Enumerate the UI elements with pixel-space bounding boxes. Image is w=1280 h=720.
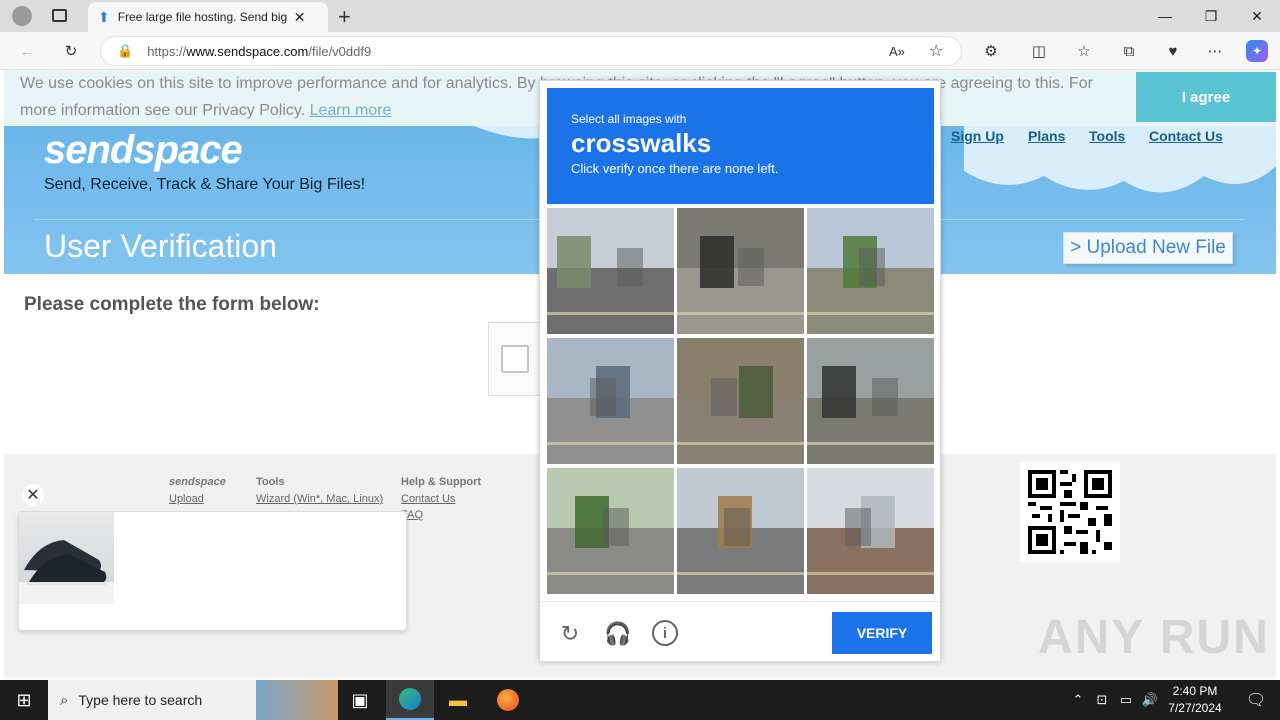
close-window-button[interactable]: ✕ [1234, 0, 1280, 32]
anyrun-watermark: ANY RUN [1038, 611, 1270, 664]
audio-headphones-icon[interactable]: 🎧 [604, 620, 632, 648]
file-explorer-icon[interactable]: ▬ [434, 680, 482, 720]
footer-link-faq[interactable]: FAQ [401, 507, 481, 523]
close-tab-icon[interactable]: ✕ [294, 9, 306, 26]
search-highlight-image [256, 680, 338, 720]
clock-time: 2:40 PM [1172, 684, 1218, 698]
page-title: User Verification [44, 228, 277, 264]
captcha-checkbox[interactable] [501, 345, 529, 373]
new-tab-button[interactable]: + [338, 4, 351, 30]
notifications-icon[interactable]: 🗨 [1232, 680, 1280, 720]
url-prefix: https:// [147, 43, 187, 59]
refresh-icon[interactable]: ↻ [60, 40, 82, 62]
tile-traffic-light[interactable] [547, 468, 674, 594]
read-aloud-icon[interactable]: A» [889, 44, 905, 59]
windows-taskbar: ⊞ ⌕ Type here to search ▣ ▬ ⌃ ⊡ ▭ 🔊 2:40… [0, 680, 1280, 720]
ad-shoes-image[interactable] [19, 512, 114, 604]
captcha-footer: ↻ 🎧 i VERIFY [540, 601, 940, 663]
search-placeholder: Type here to search [78, 692, 203, 708]
sendspace-favicon-icon: ⬆ [98, 8, 110, 25]
tile-highway[interactable] [547, 338, 674, 464]
tile-street-traffic[interactable] [547, 208, 674, 334]
learn-more-link[interactable]: Learn more [310, 102, 392, 119]
tile-bicycle[interactable] [807, 338, 934, 464]
tile-cyclist[interactable] [677, 338, 804, 464]
taskbar-search[interactable]: ⌕ Type here to search [48, 680, 338, 720]
footer-col-sendspace: sendspace Upload [169, 476, 226, 507]
url-path: /file/v0ddf9 [308, 43, 372, 59]
nav-plans[interactable]: Plans [1028, 128, 1065, 144]
tile-tunnel[interactable] [807, 208, 934, 334]
minimize-button[interactable]: — [1142, 0, 1188, 32]
reload-icon[interactable]: ↻ [556, 620, 584, 648]
verify-button[interactable]: VERIFY [832, 612, 932, 654]
tagline: Send, Receive, Track & Share Your Big Fi… [44, 176, 366, 193]
lock-icon: 🔒 [117, 43, 134, 58]
ad-close-button[interactable]: ✕ [22, 484, 44, 506]
collections-icon[interactable]: ⧉ [1118, 40, 1140, 62]
url-domain: www.sendspace.com [186, 43, 309, 59]
form-heading: Please complete the form below: [24, 294, 320, 315]
footer-col-title: Tools [256, 476, 285, 488]
tile-shop-street[interactable] [677, 468, 804, 594]
tab-sendspace[interactable]: ⬆ Free large file hosting. Send big f ✕ [88, 2, 328, 32]
footer-link-contact[interactable]: Contact Us [401, 491, 481, 507]
captcha-note: Click verify once there are none left. [571, 161, 779, 176]
ad-popup[interactable] [18, 511, 407, 631]
copilot-icon[interactable]: ✦ [1246, 40, 1268, 62]
browser-tabstrip: ⬆ Free large file hosting. Send big f ✕ … [0, 0, 1280, 32]
favorite-star-icon[interactable]: ☆ [929, 41, 943, 61]
tab-title: Free large file hosting. Send big f [117, 10, 288, 24]
tray-network-icon[interactable]: ▭ [1114, 680, 1138, 720]
nav-contact-us[interactable]: Contact Us [1149, 128, 1223, 144]
profile-icon[interactable] [12, 6, 32, 26]
footer-link-wizard[interactable]: Wizard (Win*, Mac, Linux) [256, 491, 383, 507]
browser-toolbar: ← ↻ 🔒 https:// www.sendspace.com /file/v… [0, 32, 1280, 70]
back-icon[interactable]: ← [16, 40, 38, 62]
tile-motorcycle[interactable] [677, 208, 804, 334]
footer-col-title: Help & Support [401, 476, 482, 488]
address-bar[interactable]: 🔒 https:// www.sendspace.com /file/v0ddf… [100, 36, 962, 66]
upload-new-file-button[interactable]: > Upload New File [1063, 232, 1233, 264]
captcha-header: Select all images with crosswalks Click … [547, 88, 934, 204]
nav-tools[interactable]: Tools [1089, 128, 1125, 144]
footer-col-title: sendspace [169, 476, 226, 488]
tray-volume-icon[interactable]: 🔊 [1138, 680, 1162, 720]
footer-col-help: Help & Support Contact Us FAQ [401, 476, 481, 523]
start-windows-icon[interactable]: ⊞ [0, 680, 48, 720]
footer-col-tools: Tools Wizard (Win*, Mac, Linux) [256, 476, 383, 507]
info-icon[interactable]: i [652, 620, 678, 646]
edge-app-icon[interactable] [386, 680, 434, 720]
sendspace-logo[interactable]: sendspace [44, 128, 243, 173]
qr-code [1020, 462, 1120, 562]
captcha-target: crosswalks [571, 128, 712, 158]
extensions-icon[interactable]: ⚙ [980, 40, 1002, 62]
nav-sign-up[interactable]: Sign Up [951, 128, 1004, 144]
tab-actions-icon[interactable] [52, 9, 67, 22]
split-screen-icon[interactable]: ◫ [1028, 40, 1050, 62]
more-menu-icon[interactable]: ⋯ [1204, 40, 1226, 62]
search-icon: ⌕ [60, 691, 69, 709]
favorites-icon[interactable]: ☆ [1073, 40, 1095, 62]
clock-date: 7/27/2024 [1168, 701, 1222, 715]
i-agree-button[interactable]: I agree [1136, 72, 1276, 122]
captcha-instruction: Select all images with [571, 112, 687, 126]
firefox-app-icon[interactable] [484, 680, 532, 720]
tray-device-icon[interactable]: ⊡ [1090, 680, 1114, 720]
restore-button[interactable]: ❐ [1188, 0, 1234, 32]
tile-awning[interactable] [807, 468, 934, 594]
task-view-icon[interactable]: ▣ [336, 680, 384, 720]
captcha-challenge: Select all images with crosswalks Click … [539, 80, 941, 662]
taskbar-clock[interactable]: 2:40 PM 7/27/2024 [1160, 683, 1230, 717]
footer-link-upload[interactable]: Upload [169, 491, 226, 507]
browser-essentials-icon[interactable]: ♥ [1162, 40, 1184, 62]
